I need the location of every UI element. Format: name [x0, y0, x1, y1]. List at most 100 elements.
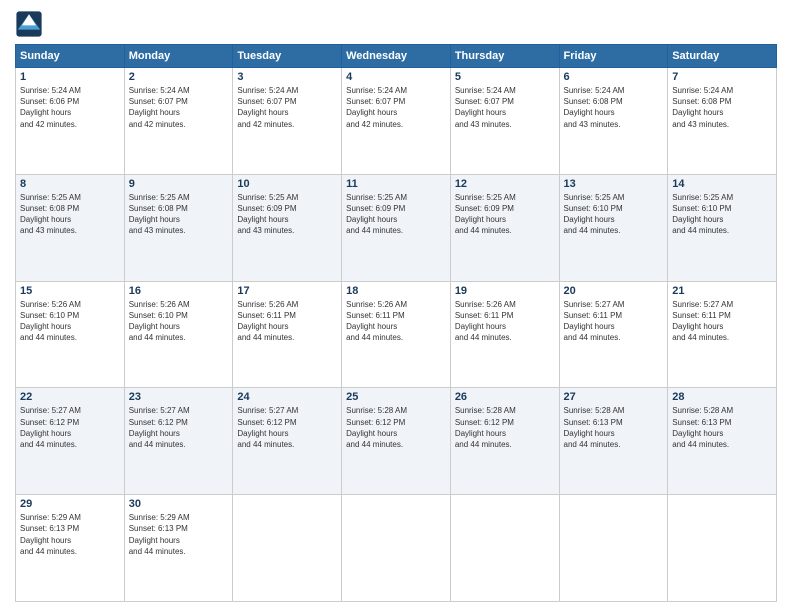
day-info: Sunrise: 5:27 AMSunset: 6:12 PMDaylight …	[237, 406, 298, 449]
calendar-cell: 2 Sunrise: 5:24 AMSunset: 6:07 PMDayligh…	[124, 68, 233, 175]
day-number: 12	[455, 178, 555, 190]
day-number: 4	[346, 71, 446, 83]
day-number: 20	[564, 285, 664, 297]
calendar-cell: 15 Sunrise: 5:26 AMSunset: 6:10 PMDaylig…	[16, 281, 125, 388]
day-info: Sunrise: 5:28 AMSunset: 6:12 PMDaylight …	[455, 406, 516, 449]
calendar-week-1: 1 Sunrise: 5:24 AMSunset: 6:06 PMDayligh…	[16, 68, 777, 175]
day-number: 27	[564, 391, 664, 403]
col-header-thursday: Thursday	[450, 45, 559, 68]
day-number: 29	[20, 498, 120, 510]
col-header-sunday: Sunday	[16, 45, 125, 68]
day-number: 18	[346, 285, 446, 297]
day-info: Sunrise: 5:27 AMSunset: 6:12 PMDaylight …	[20, 406, 81, 449]
day-number: 10	[237, 178, 337, 190]
calendar-cell: 17 Sunrise: 5:26 AMSunset: 6:11 PMDaylig…	[233, 281, 342, 388]
calendar-cell: 27 Sunrise: 5:28 AMSunset: 6:13 PMDaylig…	[559, 388, 668, 495]
day-info: Sunrise: 5:26 AMSunset: 6:10 PMDaylight …	[129, 300, 190, 343]
calendar-cell: 4 Sunrise: 5:24 AMSunset: 6:07 PMDayligh…	[342, 68, 451, 175]
day-info: Sunrise: 5:24 AMSunset: 6:07 PMDaylight …	[455, 86, 516, 129]
day-number: 26	[455, 391, 555, 403]
logo-icon	[15, 10, 43, 38]
day-number: 13	[564, 178, 664, 190]
day-info: Sunrise: 5:28 AMSunset: 6:13 PMDaylight …	[672, 406, 733, 449]
day-number: 24	[237, 391, 337, 403]
day-number: 2	[129, 71, 229, 83]
day-info: Sunrise: 5:26 AMSunset: 6:11 PMDaylight …	[455, 300, 516, 343]
calendar-cell: 5 Sunrise: 5:24 AMSunset: 6:07 PMDayligh…	[450, 68, 559, 175]
day-number: 9	[129, 178, 229, 190]
day-number: 30	[129, 498, 229, 510]
day-info: Sunrise: 5:25 AMSunset: 6:08 PMDaylight …	[20, 193, 81, 236]
calendar-cell: 23 Sunrise: 5:27 AMSunset: 6:12 PMDaylig…	[124, 388, 233, 495]
day-info: Sunrise: 5:24 AMSunset: 6:08 PMDaylight …	[564, 86, 625, 129]
day-number: 28	[672, 391, 772, 403]
day-info: Sunrise: 5:26 AMSunset: 6:11 PMDaylight …	[237, 300, 298, 343]
calendar-cell: 13 Sunrise: 5:25 AMSunset: 6:10 PMDaylig…	[559, 174, 668, 281]
day-number: 7	[672, 71, 772, 83]
calendar-cell	[450, 495, 559, 602]
calendar-cell: 3 Sunrise: 5:24 AMSunset: 6:07 PMDayligh…	[233, 68, 342, 175]
day-info: Sunrise: 5:24 AMSunset: 6:07 PMDaylight …	[237, 86, 298, 129]
day-info: Sunrise: 5:26 AMSunset: 6:10 PMDaylight …	[20, 300, 81, 343]
day-info: Sunrise: 5:25 AMSunset: 6:09 PMDaylight …	[237, 193, 298, 236]
calendar-cell: 25 Sunrise: 5:28 AMSunset: 6:12 PMDaylig…	[342, 388, 451, 495]
day-number: 23	[129, 391, 229, 403]
day-info: Sunrise: 5:26 AMSunset: 6:11 PMDaylight …	[346, 300, 407, 343]
day-number: 14	[672, 178, 772, 190]
col-header-tuesday: Tuesday	[233, 45, 342, 68]
day-number: 3	[237, 71, 337, 83]
calendar-cell: 21 Sunrise: 5:27 AMSunset: 6:11 PMDaylig…	[668, 281, 777, 388]
day-info: Sunrise: 5:24 AMSunset: 6:07 PMDaylight …	[346, 86, 407, 129]
calendar-cell: 14 Sunrise: 5:25 AMSunset: 6:10 PMDaylig…	[668, 174, 777, 281]
day-info: Sunrise: 5:24 AMSunset: 6:06 PMDaylight …	[20, 86, 81, 129]
logo	[15, 10, 47, 38]
day-number: 17	[237, 285, 337, 297]
header	[15, 10, 777, 38]
calendar-cell: 29 Sunrise: 5:29 AMSunset: 6:13 PMDaylig…	[16, 495, 125, 602]
day-info: Sunrise: 5:28 AMSunset: 6:12 PMDaylight …	[346, 406, 407, 449]
calendar-cell: 19 Sunrise: 5:26 AMSunset: 6:11 PMDaylig…	[450, 281, 559, 388]
day-number: 19	[455, 285, 555, 297]
calendar-week-5: 29 Sunrise: 5:29 AMSunset: 6:13 PMDaylig…	[16, 495, 777, 602]
calendar-cell	[342, 495, 451, 602]
day-number: 21	[672, 285, 772, 297]
day-number: 11	[346, 178, 446, 190]
day-info: Sunrise: 5:24 AMSunset: 6:07 PMDaylight …	[129, 86, 190, 129]
col-header-monday: Monday	[124, 45, 233, 68]
day-info: Sunrise: 5:25 AMSunset: 6:08 PMDaylight …	[129, 193, 190, 236]
day-number: 5	[455, 71, 555, 83]
day-number: 25	[346, 391, 446, 403]
calendar-cell: 22 Sunrise: 5:27 AMSunset: 6:12 PMDaylig…	[16, 388, 125, 495]
day-info: Sunrise: 5:25 AMSunset: 6:10 PMDaylight …	[672, 193, 733, 236]
calendar-cell	[559, 495, 668, 602]
day-info: Sunrise: 5:25 AMSunset: 6:09 PMDaylight …	[346, 193, 407, 236]
col-header-friday: Friday	[559, 45, 668, 68]
day-info: Sunrise: 5:27 AMSunset: 6:11 PMDaylight …	[672, 300, 733, 343]
day-number: 22	[20, 391, 120, 403]
calendar-cell: 11 Sunrise: 5:25 AMSunset: 6:09 PMDaylig…	[342, 174, 451, 281]
day-number: 6	[564, 71, 664, 83]
calendar-cell: 26 Sunrise: 5:28 AMSunset: 6:12 PMDaylig…	[450, 388, 559, 495]
calendar-cell: 6 Sunrise: 5:24 AMSunset: 6:08 PMDayligh…	[559, 68, 668, 175]
day-number: 16	[129, 285, 229, 297]
day-info: Sunrise: 5:27 AMSunset: 6:11 PMDaylight …	[564, 300, 625, 343]
calendar-cell: 30 Sunrise: 5:29 AMSunset: 6:13 PMDaylig…	[124, 495, 233, 602]
calendar-cell: 12 Sunrise: 5:25 AMSunset: 6:09 PMDaylig…	[450, 174, 559, 281]
calendar-cell	[233, 495, 342, 602]
day-info: Sunrise: 5:25 AMSunset: 6:09 PMDaylight …	[455, 193, 516, 236]
calendar-cell: 28 Sunrise: 5:28 AMSunset: 6:13 PMDaylig…	[668, 388, 777, 495]
calendar-table: SundayMondayTuesdayWednesdayThursdayFrid…	[15, 44, 777, 602]
calendar-cell: 16 Sunrise: 5:26 AMSunset: 6:10 PMDaylig…	[124, 281, 233, 388]
header-row: SundayMondayTuesdayWednesdayThursdayFrid…	[16, 45, 777, 68]
day-info: Sunrise: 5:25 AMSunset: 6:10 PMDaylight …	[564, 193, 625, 236]
calendar-cell: 24 Sunrise: 5:27 AMSunset: 6:12 PMDaylig…	[233, 388, 342, 495]
day-info: Sunrise: 5:24 AMSunset: 6:08 PMDaylight …	[672, 86, 733, 129]
day-number: 15	[20, 285, 120, 297]
calendar-cell: 9 Sunrise: 5:25 AMSunset: 6:08 PMDayligh…	[124, 174, 233, 281]
day-number: 8	[20, 178, 120, 190]
calendar-week-3: 15 Sunrise: 5:26 AMSunset: 6:10 PMDaylig…	[16, 281, 777, 388]
page: SundayMondayTuesdayWednesdayThursdayFrid…	[0, 0, 792, 612]
calendar-cell: 20 Sunrise: 5:27 AMSunset: 6:11 PMDaylig…	[559, 281, 668, 388]
day-info: Sunrise: 5:27 AMSunset: 6:12 PMDaylight …	[129, 406, 190, 449]
calendar-cell	[668, 495, 777, 602]
